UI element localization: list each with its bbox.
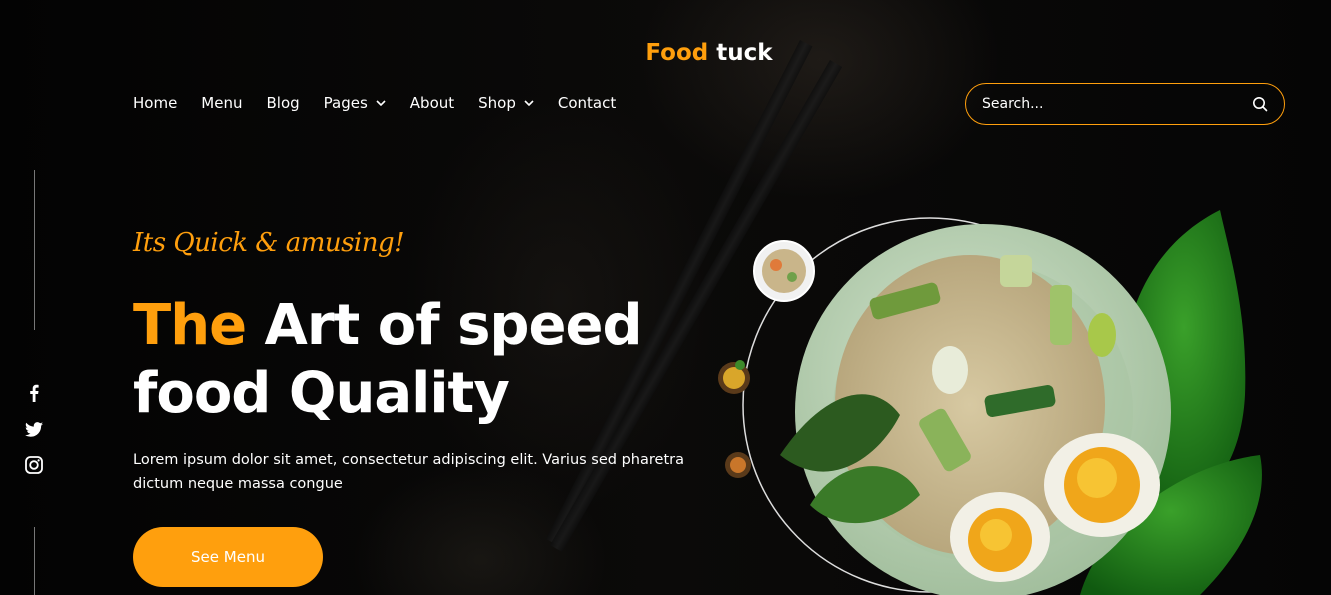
search-box bbox=[965, 83, 1285, 125]
nav-label: Blog bbox=[266, 94, 300, 112]
nav-label: Pages bbox=[323, 94, 368, 112]
nav-item-pages[interactable]: Pages bbox=[324, 94, 386, 112]
see-menu-button[interactable]: See Menu bbox=[133, 527, 323, 587]
search-icon[interactable] bbox=[1252, 96, 1268, 112]
nav-item-blog[interactable]: Blog bbox=[266, 94, 299, 112]
nav-label: Menu bbox=[201, 94, 243, 112]
nav-label: Shop bbox=[478, 94, 516, 112]
headline-accent: The bbox=[133, 293, 247, 358]
hero-description: Lorem ipsum dolor sit amet, consectetur … bbox=[133, 452, 684, 492]
hero-tagline: Its Quick & amusing! bbox=[133, 228, 405, 258]
hero-food-illustration bbox=[718, 210, 1262, 595]
headline-line2: food Quality bbox=[133, 361, 510, 426]
nav-label: Home bbox=[133, 94, 178, 112]
facebook-icon[interactable] bbox=[24, 383, 44, 403]
chevron-down-icon bbox=[376, 100, 386, 106]
main-nav: Home Menu Blog Pages About Shop Contact bbox=[133, 94, 640, 112]
nav-item-about[interactable]: About bbox=[410, 94, 454, 112]
social-divider-top bbox=[34, 170, 35, 330]
brand-name-rest: tuck bbox=[708, 40, 773, 66]
chevron-down-icon bbox=[524, 100, 534, 106]
twitter-icon[interactable] bbox=[24, 419, 44, 439]
nav-item-home[interactable]: Home bbox=[133, 94, 177, 112]
headline-line1: Art of speed bbox=[246, 293, 643, 358]
hero-headline: The Art of speed food Quality bbox=[133, 292, 643, 428]
instagram-icon[interactable] bbox=[24, 455, 44, 475]
nav-item-menu[interactable]: Menu bbox=[201, 94, 242, 112]
nav-label: About bbox=[409, 94, 455, 112]
brand-logo[interactable]: Food tuck bbox=[0, 40, 1331, 66]
nav-label: Contact bbox=[557, 94, 617, 112]
nav-item-shop[interactable]: Shop bbox=[478, 94, 534, 112]
brand-name-accent: Food bbox=[645, 40, 709, 66]
social-divider-bottom bbox=[34, 527, 35, 595]
search-input[interactable] bbox=[982, 96, 1252, 112]
nav-item-contact[interactable]: Contact bbox=[558, 94, 616, 112]
